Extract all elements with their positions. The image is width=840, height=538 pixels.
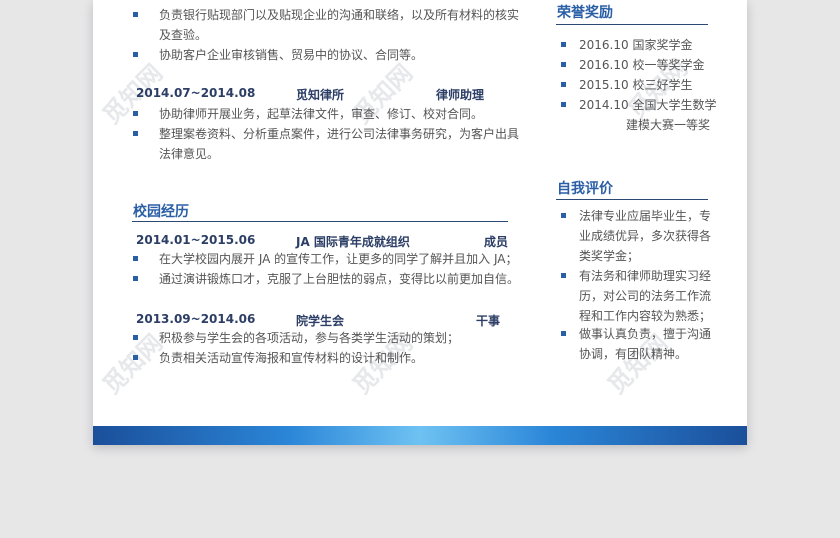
bullet-square-icon bbox=[561, 62, 566, 67]
list-item: 2014.10 全国大学生数学 建模大赛一等奖 bbox=[561, 95, 721, 135]
footer-band bbox=[93, 426, 747, 445]
bullet-square-icon bbox=[561, 273, 566, 278]
job-role: 律师助理 bbox=[436, 88, 485, 102]
bullet-text: 负责银行贴现部门以及贴现企业的沟通和联络，以及所有材料的核实 及查验。 bbox=[159, 8, 520, 42]
bullet-text: 有法务和律师助理实习经 历，对公司的法务工作流 程和工作内容较为熟悉； bbox=[579, 269, 712, 323]
bullet-text: 通过演讲锻炼口才，克服了上台胆怯的弱点，变得比以前更加自信。 bbox=[159, 272, 520, 286]
bullet-square-icon bbox=[561, 331, 566, 336]
list-item: 2015.10 校三好学生 bbox=[561, 75, 721, 95]
list-item: 做事认真负责，擅于沟通 协调，有团队精神。 bbox=[561, 324, 721, 364]
list-item: 有法务和律师助理实习经 历，对公司的法务工作流 程和工作内容较为熟悉； bbox=[561, 266, 721, 326]
job-period: 2014.07~2014.08 bbox=[136, 86, 256, 100]
list-item: 2016.10 国家奖学金 bbox=[561, 35, 721, 55]
section-divider bbox=[556, 199, 708, 200]
bullet-text: 2014.10 全国大学生数学 建模大赛一等奖 bbox=[579, 98, 717, 132]
section-divider bbox=[132, 221, 508, 222]
list-item: 负责银行贴现部门以及贴现企业的沟通和联络，以及所有材料的核实 及查验。 bbox=[133, 5, 523, 45]
job-role: 成员 bbox=[484, 235, 509, 249]
bullet-text: 法律专业应届毕业生，专 业成绩优异，多次获得各 类奖学金； bbox=[579, 209, 712, 263]
list-item: 积极参与学生会的各项活动，参与各类学生活动的策划； bbox=[133, 328, 523, 348]
list-item: 在大学校园内展开 JA 的宣传工作，让更多的同学了解并且加入 JA； bbox=[133, 249, 523, 269]
list-item: 整理案卷资料、分析重点案件，进行公司法律事务研究，为客户出具 法律意见。 bbox=[133, 124, 523, 164]
bullet-text: 2016.10 国家奖学金 bbox=[579, 38, 693, 52]
job-role: 干事 bbox=[476, 314, 501, 328]
list-item: 负责相关活动宣传海报和宣传材料的设计和制作。 bbox=[133, 348, 523, 368]
section-title-self-eval: 自我评价 bbox=[557, 181, 613, 197]
bullet-text: 2016.10 校一等奖学金 bbox=[579, 58, 705, 72]
bullet-square-icon bbox=[133, 355, 138, 360]
bullet-text: 负责相关活动宣传海报和宣传材料的设计和制作。 bbox=[159, 351, 424, 365]
bullet-square-icon bbox=[561, 213, 566, 218]
job-period: 2013.09~2014.06 bbox=[136, 312, 256, 326]
list-item: 法律专业应届毕业生，专 业成绩优异，多次获得各 类奖学金； bbox=[561, 206, 721, 266]
bullet-square-icon bbox=[133, 12, 138, 17]
section-title-campus: 校园经历 bbox=[133, 204, 189, 220]
bullet-square-icon bbox=[561, 82, 566, 87]
section-title-honors: 荣誉奖励 bbox=[557, 5, 613, 21]
bullet-square-icon bbox=[561, 42, 566, 47]
bullet-text: 2015.10 校三好学生 bbox=[579, 78, 693, 92]
bullet-text: 做事认真负责，擅于沟通 协调，有团队精神。 bbox=[579, 327, 712, 361]
list-item: 协助客户企业审核销售、贸易中的协议、合同等。 bbox=[133, 45, 523, 65]
bullet-square-icon bbox=[561, 102, 566, 107]
bullet-text: 在大学校园内展开 JA 的宣传工作，让更多的同学了解并且加入 JA； bbox=[159, 252, 518, 266]
list-item: 协助律师开展业务，起草法律文件，审查、修订、校对合同。 bbox=[133, 104, 523, 124]
bullet-square-icon bbox=[133, 335, 138, 340]
list-item: 2016.10 校一等奖学金 bbox=[561, 55, 721, 75]
bullet-text: 协助客户企业审核销售、贸易中的协议、合同等。 bbox=[159, 48, 424, 62]
section-divider bbox=[556, 24, 708, 25]
bullet-square-icon bbox=[133, 131, 138, 136]
bullet-square-icon bbox=[133, 111, 138, 116]
bullet-square-icon bbox=[133, 256, 138, 261]
job-org: 院学生会 bbox=[296, 314, 345, 328]
job-org: 觅知律所 bbox=[296, 88, 345, 102]
bullet-square-icon bbox=[133, 52, 138, 57]
job-period: 2014.01~2015.06 bbox=[136, 233, 256, 247]
bullet-square-icon bbox=[133, 276, 138, 281]
bullet-text: 积极参与学生会的各项活动，参与各类学生活动的策划； bbox=[159, 331, 460, 345]
bullet-text: 协助律师开展业务，起草法律文件，审查、修订、校对合同。 bbox=[159, 107, 484, 121]
list-item: 通过演讲锻炼口才，克服了上台胆怯的弱点，变得比以前更加自信。 bbox=[133, 269, 523, 289]
job-org: JA 国际青年成就组织 bbox=[296, 235, 410, 249]
bullet-text: 整理案卷资料、分析重点案件，进行公司法律事务研究，为客户出具 法律意见。 bbox=[159, 127, 520, 161]
